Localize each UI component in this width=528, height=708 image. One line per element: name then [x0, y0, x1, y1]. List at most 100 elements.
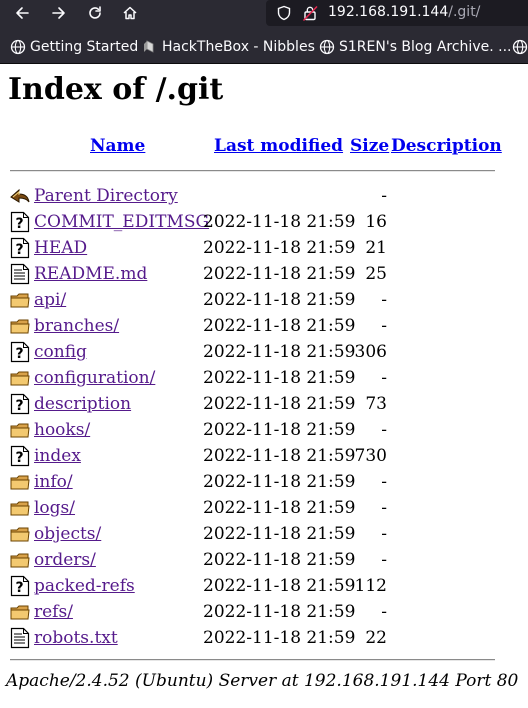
- file-link[interactable]: config: [34, 342, 87, 362]
- svg-text:?: ?: [15, 242, 23, 258]
- globe-icon: [10, 39, 26, 55]
- last-modified-cell: 2022-11-18 21:59: [203, 264, 356, 284]
- last-modified-cell: 2022-11-18 21:59: [203, 602, 356, 622]
- unknown-file-icon: ?: [10, 341, 30, 363]
- last-modified-cell: 2022-11-18 21:59: [203, 576, 356, 596]
- unknown-file-icon: ?: [10, 575, 30, 597]
- size-cell: -: [381, 316, 387, 336]
- size-cell: 22: [365, 628, 387, 648]
- column-header-size[interactable]: Size: [350, 136, 389, 156]
- svg-text:?: ?: [15, 346, 23, 362]
- file-link[interactable]: branches/: [34, 316, 119, 336]
- size-cell: 73: [365, 394, 387, 414]
- file-link[interactable]: info/: [34, 472, 73, 492]
- file-link[interactable]: configuration/: [34, 368, 155, 388]
- reload-icon[interactable]: [83, 2, 107, 24]
- url-host: 192.168.191.144: [328, 4, 449, 20]
- file-link[interactable]: Parent Directory: [34, 186, 178, 206]
- last-modified-cell: 2022-11-18 21:59: [203, 472, 356, 492]
- text-file-icon: [10, 263, 30, 285]
- table-row: objects/2022-11-18 21:59 -: [0, 523, 528, 549]
- folder-icon: [10, 601, 30, 623]
- bookmark-overflow[interactable]: [512, 38, 528, 56]
- table-row: configuration/2022-11-18 21:59 -: [0, 367, 528, 393]
- file-link[interactable]: robots.txt: [34, 628, 118, 648]
- bookmark-label: Getting Started: [30, 39, 139, 55]
- insecure-lock-icon[interactable]: [302, 5, 318, 26]
- file-link[interactable]: index: [34, 446, 81, 466]
- file-link[interactable]: description: [34, 394, 131, 414]
- table-row: ? HEAD 2022-11-18 21:59 21: [0, 237, 528, 263]
- home-icon[interactable]: [118, 2, 142, 24]
- table-row: ? index 2022-11-18 21:59 730: [0, 445, 528, 471]
- folder-icon: [10, 523, 30, 545]
- bookmark-label: HackTheBox - Nibbles: [162, 39, 315, 55]
- file-link[interactable]: HEAD: [34, 238, 87, 258]
- last-modified-cell: 2022-11-18 21:59: [203, 420, 356, 440]
- folder-icon: [10, 549, 30, 571]
- last-modified-cell: 2022-11-18 21:59: [203, 628, 356, 648]
- table-row: info/2022-11-18 21:59 -: [0, 471, 528, 497]
- file-link[interactable]: refs/: [34, 602, 73, 622]
- svg-text:?: ?: [15, 398, 23, 414]
- folder-icon: [10, 497, 30, 519]
- directory-listing-page: Index of /.git Name Last modified Size D…: [0, 64, 528, 708]
- size-cell: 112: [354, 576, 387, 596]
- last-modified-cell: 2022-11-18 21:59: [203, 212, 356, 232]
- table-row: robots.txt 2022-11-18 21:59 22: [0, 627, 528, 653]
- text-file-icon: [10, 627, 30, 649]
- size-cell: 21: [365, 238, 387, 258]
- file-link[interactable]: orders/: [34, 550, 96, 570]
- unknown-file-icon: ?: [10, 393, 30, 415]
- size-cell: -: [381, 368, 387, 388]
- size-cell: -: [381, 550, 387, 570]
- table-row: ? COMMIT_EDITMSG 2022-11-18 21:59 16: [0, 211, 528, 237]
- table-row: orders/2022-11-18 21:59 -: [0, 549, 528, 575]
- column-header-name[interactable]: Name: [90, 136, 145, 156]
- table-row: api/2022-11-18 21:59 -: [0, 289, 528, 315]
- file-link[interactable]: COMMIT_EDITMSG: [34, 212, 209, 232]
- globe-icon: [319, 39, 335, 55]
- file-link[interactable]: packed-refs: [34, 576, 135, 596]
- svg-text:?: ?: [15, 580, 23, 596]
- size-cell: -: [381, 602, 387, 622]
- bookmark-s1ren-blog[interactable]: S1REN's Blog Archive. ...: [319, 38, 511, 56]
- forward-arrow-icon[interactable]: [47, 2, 71, 24]
- table-row: Parent Directory -: [0, 185, 528, 211]
- shield-icon[interactable]: [276, 5, 292, 26]
- size-cell: -: [381, 524, 387, 544]
- table-row: branches/2022-11-18 21:59 -: [0, 315, 528, 341]
- table-row: ? packed-refs 2022-11-18 21:59 112: [0, 575, 528, 601]
- table-row: hooks/2022-11-18 21:59 -: [0, 419, 528, 445]
- last-modified-cell: 2022-11-18 21:59: [203, 524, 356, 544]
- size-cell: -: [381, 186, 387, 206]
- size-cell: 306: [354, 342, 387, 362]
- back-arrow-icon[interactable]: [10, 2, 34, 24]
- folder-icon: [10, 315, 30, 337]
- file-link[interactable]: hooks/: [34, 420, 90, 440]
- globe-icon: [512, 39, 528, 55]
- column-header-description[interactable]: Description: [391, 136, 502, 156]
- last-modified-cell: 2022-11-18 21:59: [203, 342, 356, 362]
- last-modified-cell: 2022-11-18 21:59: [203, 394, 356, 414]
- bookmark-getting-started[interactable]: Getting Started: [10, 38, 138, 56]
- address-bar[interactable]: 192.168.191.144/.git/: [266, 0, 528, 26]
- url-text[interactable]: 192.168.191.144/.git/: [328, 4, 480, 20]
- file-link[interactable]: logs/: [34, 498, 75, 518]
- file-link[interactable]: README.md: [34, 264, 147, 284]
- unknown-file-icon: ?: [10, 237, 30, 259]
- last-modified-cell: 2022-11-18 21:59: [203, 290, 356, 310]
- page-title: Index of /.git: [8, 72, 224, 107]
- bookmark-label: S1REN's Blog Archive. ...: [339, 39, 512, 55]
- footer-divider: [10, 659, 495, 661]
- back-arrow-icon: [10, 185, 30, 207]
- file-link[interactable]: objects/: [34, 524, 101, 544]
- column-header-last-modified[interactable]: Last modified: [214, 136, 343, 156]
- svg-text:?: ?: [15, 216, 23, 232]
- file-link[interactable]: api/: [34, 290, 66, 310]
- size-cell: 16: [365, 212, 387, 232]
- bookmark-hackthebox-nibbles[interactable]: HackTheBox - Nibbles: [142, 38, 315, 56]
- folder-icon: [10, 419, 30, 441]
- table-row: ? config 2022-11-18 21:59 306: [0, 341, 528, 367]
- size-cell: -: [381, 290, 387, 310]
